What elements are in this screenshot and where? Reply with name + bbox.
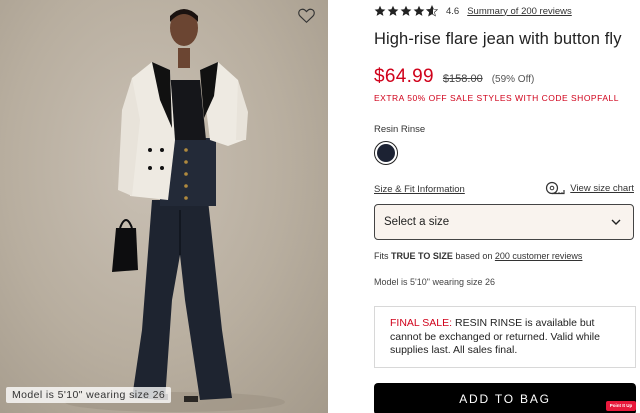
measuring-tape-icon (546, 181, 565, 195)
fit-middle: based on (452, 251, 495, 261)
price-row: $64.99 $158.00 (59% Off) (374, 66, 534, 88)
star-icon (413, 5, 425, 16)
wishlist-button[interactable] (298, 8, 320, 28)
original-price: $158.00 (442, 73, 483, 85)
rating-value: 4.6 (446, 5, 460, 17)
point-it-up-badge[interactable]: Point It Up (606, 401, 636, 411)
chevron-down-icon (611, 219, 621, 225)
view-size-chart-link[interactable]: View size chart (545, 181, 634, 195)
rating-row: 4.6 Summary of 200 reviews (374, 3, 572, 19)
swatch-fill (377, 144, 395, 162)
product-title: High-rise flare jean with button fly (374, 30, 622, 48)
star-icon (387, 5, 399, 16)
final-sale-label: FINAL SALE: (390, 317, 453, 329)
size-fit-info-link[interactable]: Size & Fit Information (374, 184, 465, 195)
fit-prefix: Fits (374, 251, 391, 261)
rating-stars (374, 5, 438, 17)
customer-reviews-link[interactable]: 200 customer reviews (495, 251, 583, 261)
promo-message: EXTRA 50% OFF SALE STYLES WITH CODE SHOP… (374, 93, 619, 103)
model-size-info: Model is 5'10" wearing size 26 (374, 277, 495, 287)
product-image: Model is 5'10" wearing size 26 (0, 0, 328, 413)
final-sale-notice: FINAL SALE: RESIN RINSE is available but… (374, 306, 636, 368)
color-name: Resin Rinse (374, 124, 426, 135)
add-to-bag-button[interactable]: ADD TO BAG (374, 383, 636, 413)
fit-value: TRUE TO SIZE (391, 251, 453, 261)
size-select-dropdown[interactable]: Select a size (374, 204, 634, 240)
star-icon (374, 5, 386, 16)
model-photo (65, 9, 285, 412)
percent-off: (59% Off) (491, 74, 535, 85)
fit-summary: Fits TRUE TO SIZE based on 200 customer … (374, 251, 582, 261)
sale-price: $64.99 (374, 66, 434, 87)
size-chart-label: View size chart (570, 182, 634, 194)
size-select-placeholder: Select a size (384, 216, 450, 228)
reviews-summary-link[interactable]: Summary of 200 reviews (467, 6, 572, 17)
model-caption: Model is 5'10" wearing size 26 (6, 387, 172, 403)
star-icon (400, 5, 412, 16)
color-swatch-resin-rinse[interactable] (374, 141, 398, 165)
star-half-icon (426, 5, 438, 17)
product-info-panel: 4.6 Summary of 200 reviews High-rise fla… (374, 0, 636, 413)
heart-outline-icon (298, 8, 315, 23)
